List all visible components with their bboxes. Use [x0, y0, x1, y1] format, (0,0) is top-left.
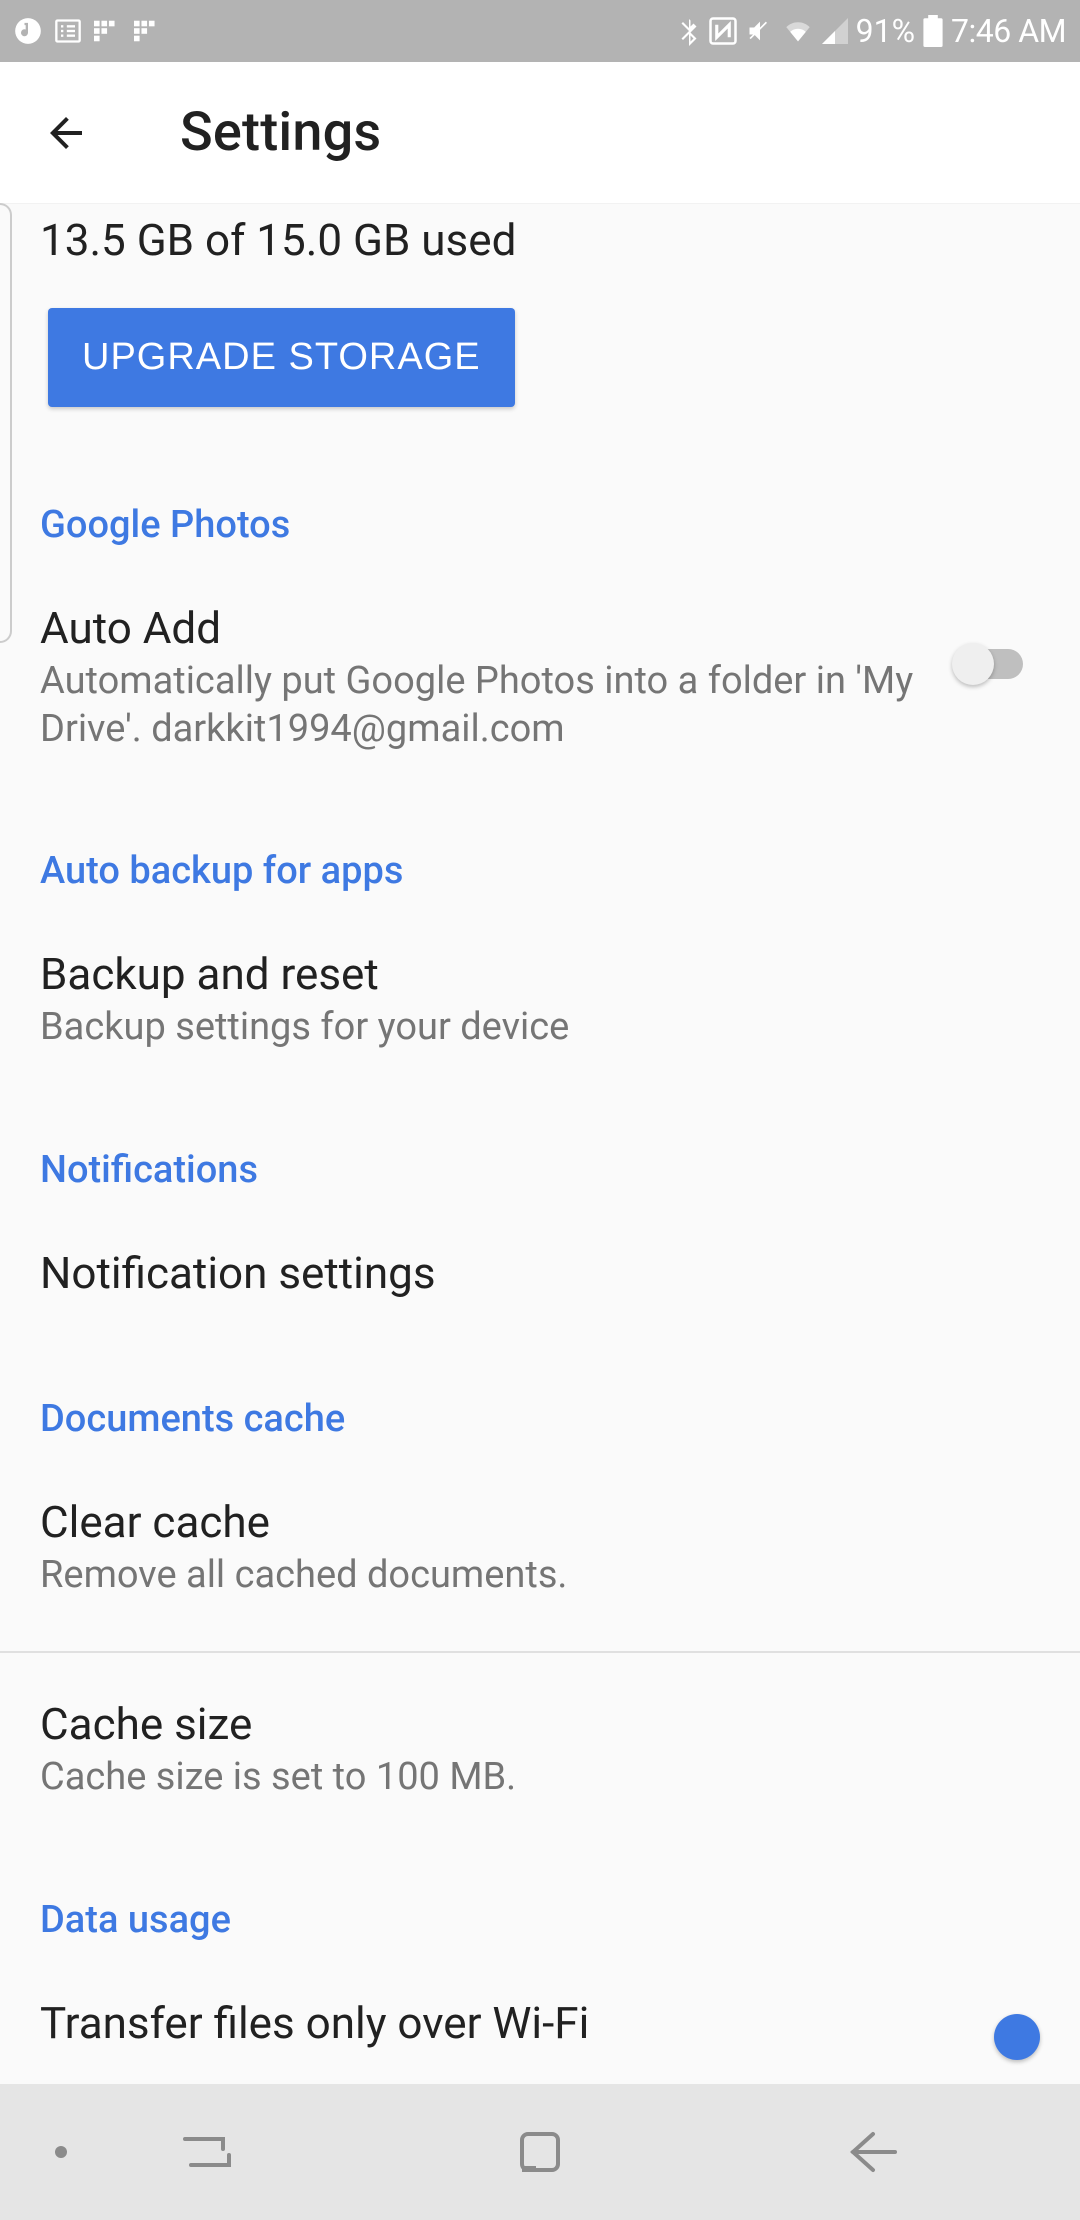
recents-button[interactable] — [167, 2112, 247, 2192]
status-notification-icons — [14, 17, 162, 45]
setting-title: Notification settings — [40, 1246, 1020, 1301]
storage-usage-text: 13.5 GB of 15.0 GB used — [0, 214, 1080, 266]
wifi-icon — [782, 18, 814, 44]
setting-notification-settings[interactable]: Notification settings — [0, 1246, 1080, 1301]
setting-wifi-only[interactable]: Transfer files only over Wi-Fi — [0, 1996, 1080, 2051]
setting-title: Cache size — [40, 1697, 1020, 1752]
mute-icon — [746, 17, 774, 45]
grid-icon-1 — [94, 17, 122, 45]
section-header-google-photos: Google Photos — [0, 503, 1080, 547]
status-bar: 91% 7:46 AM — [0, 0, 1080, 62]
setting-title: Backup and reset — [40, 947, 1020, 1002]
setting-subtitle: Cache size is set to 100 MB. — [40, 1754, 1020, 1802]
home-button[interactable] — [500, 2112, 580, 2192]
settings-content[interactable]: 13.5 GB of 15.0 GB used UPGRADE STORAGE … — [0, 204, 1080, 2084]
setting-auto-add[interactable]: Auto Add Automatically put Google Photos… — [0, 601, 1080, 753]
setting-clear-cache[interactable]: Clear cache Remove all cached documents. — [0, 1495, 1080, 1600]
upgrade-storage-button[interactable]: UPGRADE STORAGE — [48, 308, 515, 407]
divider — [0, 1651, 1080, 1653]
navigation-bar — [0, 2084, 1080, 2220]
signal-icon — [822, 18, 848, 44]
scroll-indicator — [0, 203, 12, 643]
back-nav-button[interactable] — [833, 2112, 913, 2192]
app-bar: Settings — [0, 62, 1080, 204]
battery-icon — [923, 15, 943, 47]
setting-backup-reset[interactable]: Backup and reset Backup settings for you… — [0, 947, 1080, 1052]
section-header-documents-cache: Documents cache — [0, 1397, 1080, 1441]
nav-dot-icon — [55, 2146, 67, 2158]
setting-title: Transfer files only over Wi-Fi — [40, 1996, 1020, 2051]
setting-subtitle: Backup settings for your device — [40, 1004, 1020, 1052]
section-header-notifications: Notifications — [0, 1148, 1080, 1192]
back-button[interactable] — [42, 109, 90, 157]
setting-subtitle: Remove all cached documents. — [40, 1552, 1020, 1600]
bluetooth-icon — [678, 16, 700, 46]
section-header-auto-backup: Auto backup for apps — [0, 849, 1080, 893]
setting-subtitle: Automatically put Google Photos into a f… — [40, 658, 932, 753]
section-header-data-usage: Data usage — [0, 1898, 1080, 1942]
auto-add-toggle[interactable] — [952, 641, 1030, 687]
status-system-icons: 91% 7:46 AM — [678, 12, 1066, 50]
setting-title: Auto Add — [40, 601, 932, 656]
clock: 7:46 AM — [951, 12, 1066, 50]
setting-title: Clear cache — [40, 1495, 1020, 1550]
music-icon — [14, 17, 42, 45]
setting-cache-size[interactable]: Cache size Cache size is set to 100 MB. — [0, 1697, 1080, 1802]
nfc-icon — [708, 16, 738, 46]
grid-icon-2 — [134, 17, 162, 45]
list-icon — [54, 17, 82, 45]
battery-percentage: 91% — [856, 12, 915, 50]
wifi-only-toggle[interactable] — [994, 2014, 1040, 2060]
page-title: Settings — [180, 101, 381, 164]
